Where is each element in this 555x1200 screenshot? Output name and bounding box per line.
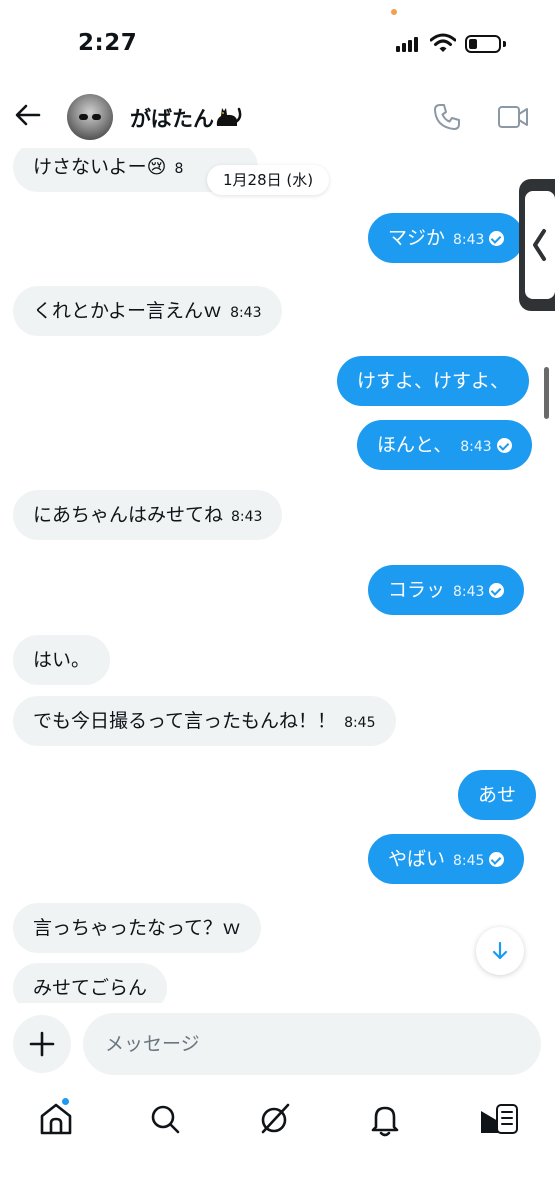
message-bubble[interactable]: 言っちゃったなって？ｗ: [13, 903, 262, 953]
message-text: けさないよー😢: [33, 156, 167, 178]
message-bubble[interactable]: でも今日撮るって言ったもんね！！ 8:45: [13, 696, 396, 746]
message-input[interactable]: [83, 1013, 541, 1075]
message-bubble[interactable]: にあちゃんはみせてね 8:43: [13, 490, 283, 540]
chevron-left-icon: [533, 229, 546, 261]
message-time: 8:45: [453, 853, 485, 869]
grok-icon[interactable]: [255, 1099, 295, 1139]
scroll-to-bottom-button[interactable]: [476, 927, 524, 975]
message-text: にあちゃんはみせてね: [33, 504, 224, 526]
message-time: 8:43: [231, 509, 263, 525]
date-separator: 1月28日 (水): [207, 165, 330, 195]
black-cat-icon: [216, 107, 242, 126]
message-text: あせ: [478, 784, 517, 806]
conversation-header: がばたん: [0, 85, 555, 147]
composer: [0, 1010, 555, 1080]
phone-call-icon[interactable]: [432, 102, 462, 132]
message-time: 8: [174, 161, 184, 177]
message-text: ほんと、: [377, 434, 453, 456]
read-check-icon: [496, 438, 512, 453]
message-time: 8:43: [453, 584, 485, 600]
message-bubble[interactable]: みせてごらん: [13, 963, 168, 1003]
message-text: でも今日撮るって言ったもんね！！: [33, 710, 337, 732]
side-panel-handle[interactable]: [519, 179, 555, 311]
messages-icon[interactable]: [478, 1099, 518, 1139]
search-icon[interactable]: [145, 1099, 185, 1139]
notifications-icon[interactable]: [365, 1099, 405, 1139]
status-time: 2:27: [78, 30, 138, 56]
message-time: 8:43: [460, 439, 492, 455]
message-bubble[interactable]: マジか 8:43: [368, 213, 525, 263]
home-notification-dot: [61, 1097, 70, 1106]
scrollbar[interactable]: [544, 367, 549, 419]
back-arrow-icon[interactable]: [12, 99, 44, 131]
message-text: けすよ、けすよ、: [357, 370, 510, 392]
read-check-icon: [489, 231, 505, 246]
message-bubble[interactable]: くれとかよー言えんｗ 8:43: [13, 286, 282, 336]
battery-tip: [503, 41, 506, 47]
contact-avatar[interactable]: [67, 94, 113, 140]
add-attachment-button[interactable]: [13, 1015, 71, 1073]
message-list[interactable]: けさないよー😢 8 1月28日 (水) マジか 8:43 くれとかよー言えんｗ 8:4…: [0, 148, 555, 1003]
message-time: 8:43: [230, 305, 262, 321]
message-bubble[interactable]: けすよ、けすよ、: [337, 356, 530, 406]
message-text: くれとかよー言えんｗ: [33, 300, 223, 322]
message-text: やばい: [388, 848, 446, 870]
message-bubble[interactable]: はい。: [13, 635, 111, 685]
message-text: マジか: [388, 227, 446, 249]
read-check-icon: [489, 583, 505, 598]
plus-icon: [29, 1031, 55, 1057]
home-icon[interactable]: [36, 1099, 76, 1139]
message-time: 8:45: [344, 715, 376, 731]
message-text: 言っちゃったなって？ｗ: [33, 917, 242, 939]
message-text: はい。: [33, 649, 91, 671]
privacy-indicator-dot: [391, 9, 397, 15]
read-check-icon: [489, 852, 505, 867]
message-bubble[interactable]: コラッ 8:43: [368, 565, 525, 615]
message-bubble[interactable]: あせ: [458, 770, 537, 820]
arrow-down-icon: [492, 941, 508, 960]
status-bar: 2:27: [0, 0, 555, 80]
message-text: コラッ: [388, 579, 446, 601]
message-text: みせてごらん: [33, 977, 148, 999]
message-bubble[interactable]: やばい 8:45: [368, 834, 525, 884]
message-bubble[interactable]: ほんと、 8:43: [357, 420, 532, 470]
message-time: 8:43: [453, 232, 485, 248]
bottom-navigation: [0, 1085, 555, 1155]
wifi-icon: [430, 33, 456, 52]
contact-name[interactable]: がばたん: [130, 103, 214, 133]
video-call-icon[interactable]: [497, 104, 529, 130]
battery-icon: [465, 35, 501, 53]
cellular-signal-icon: [396, 36, 422, 52]
